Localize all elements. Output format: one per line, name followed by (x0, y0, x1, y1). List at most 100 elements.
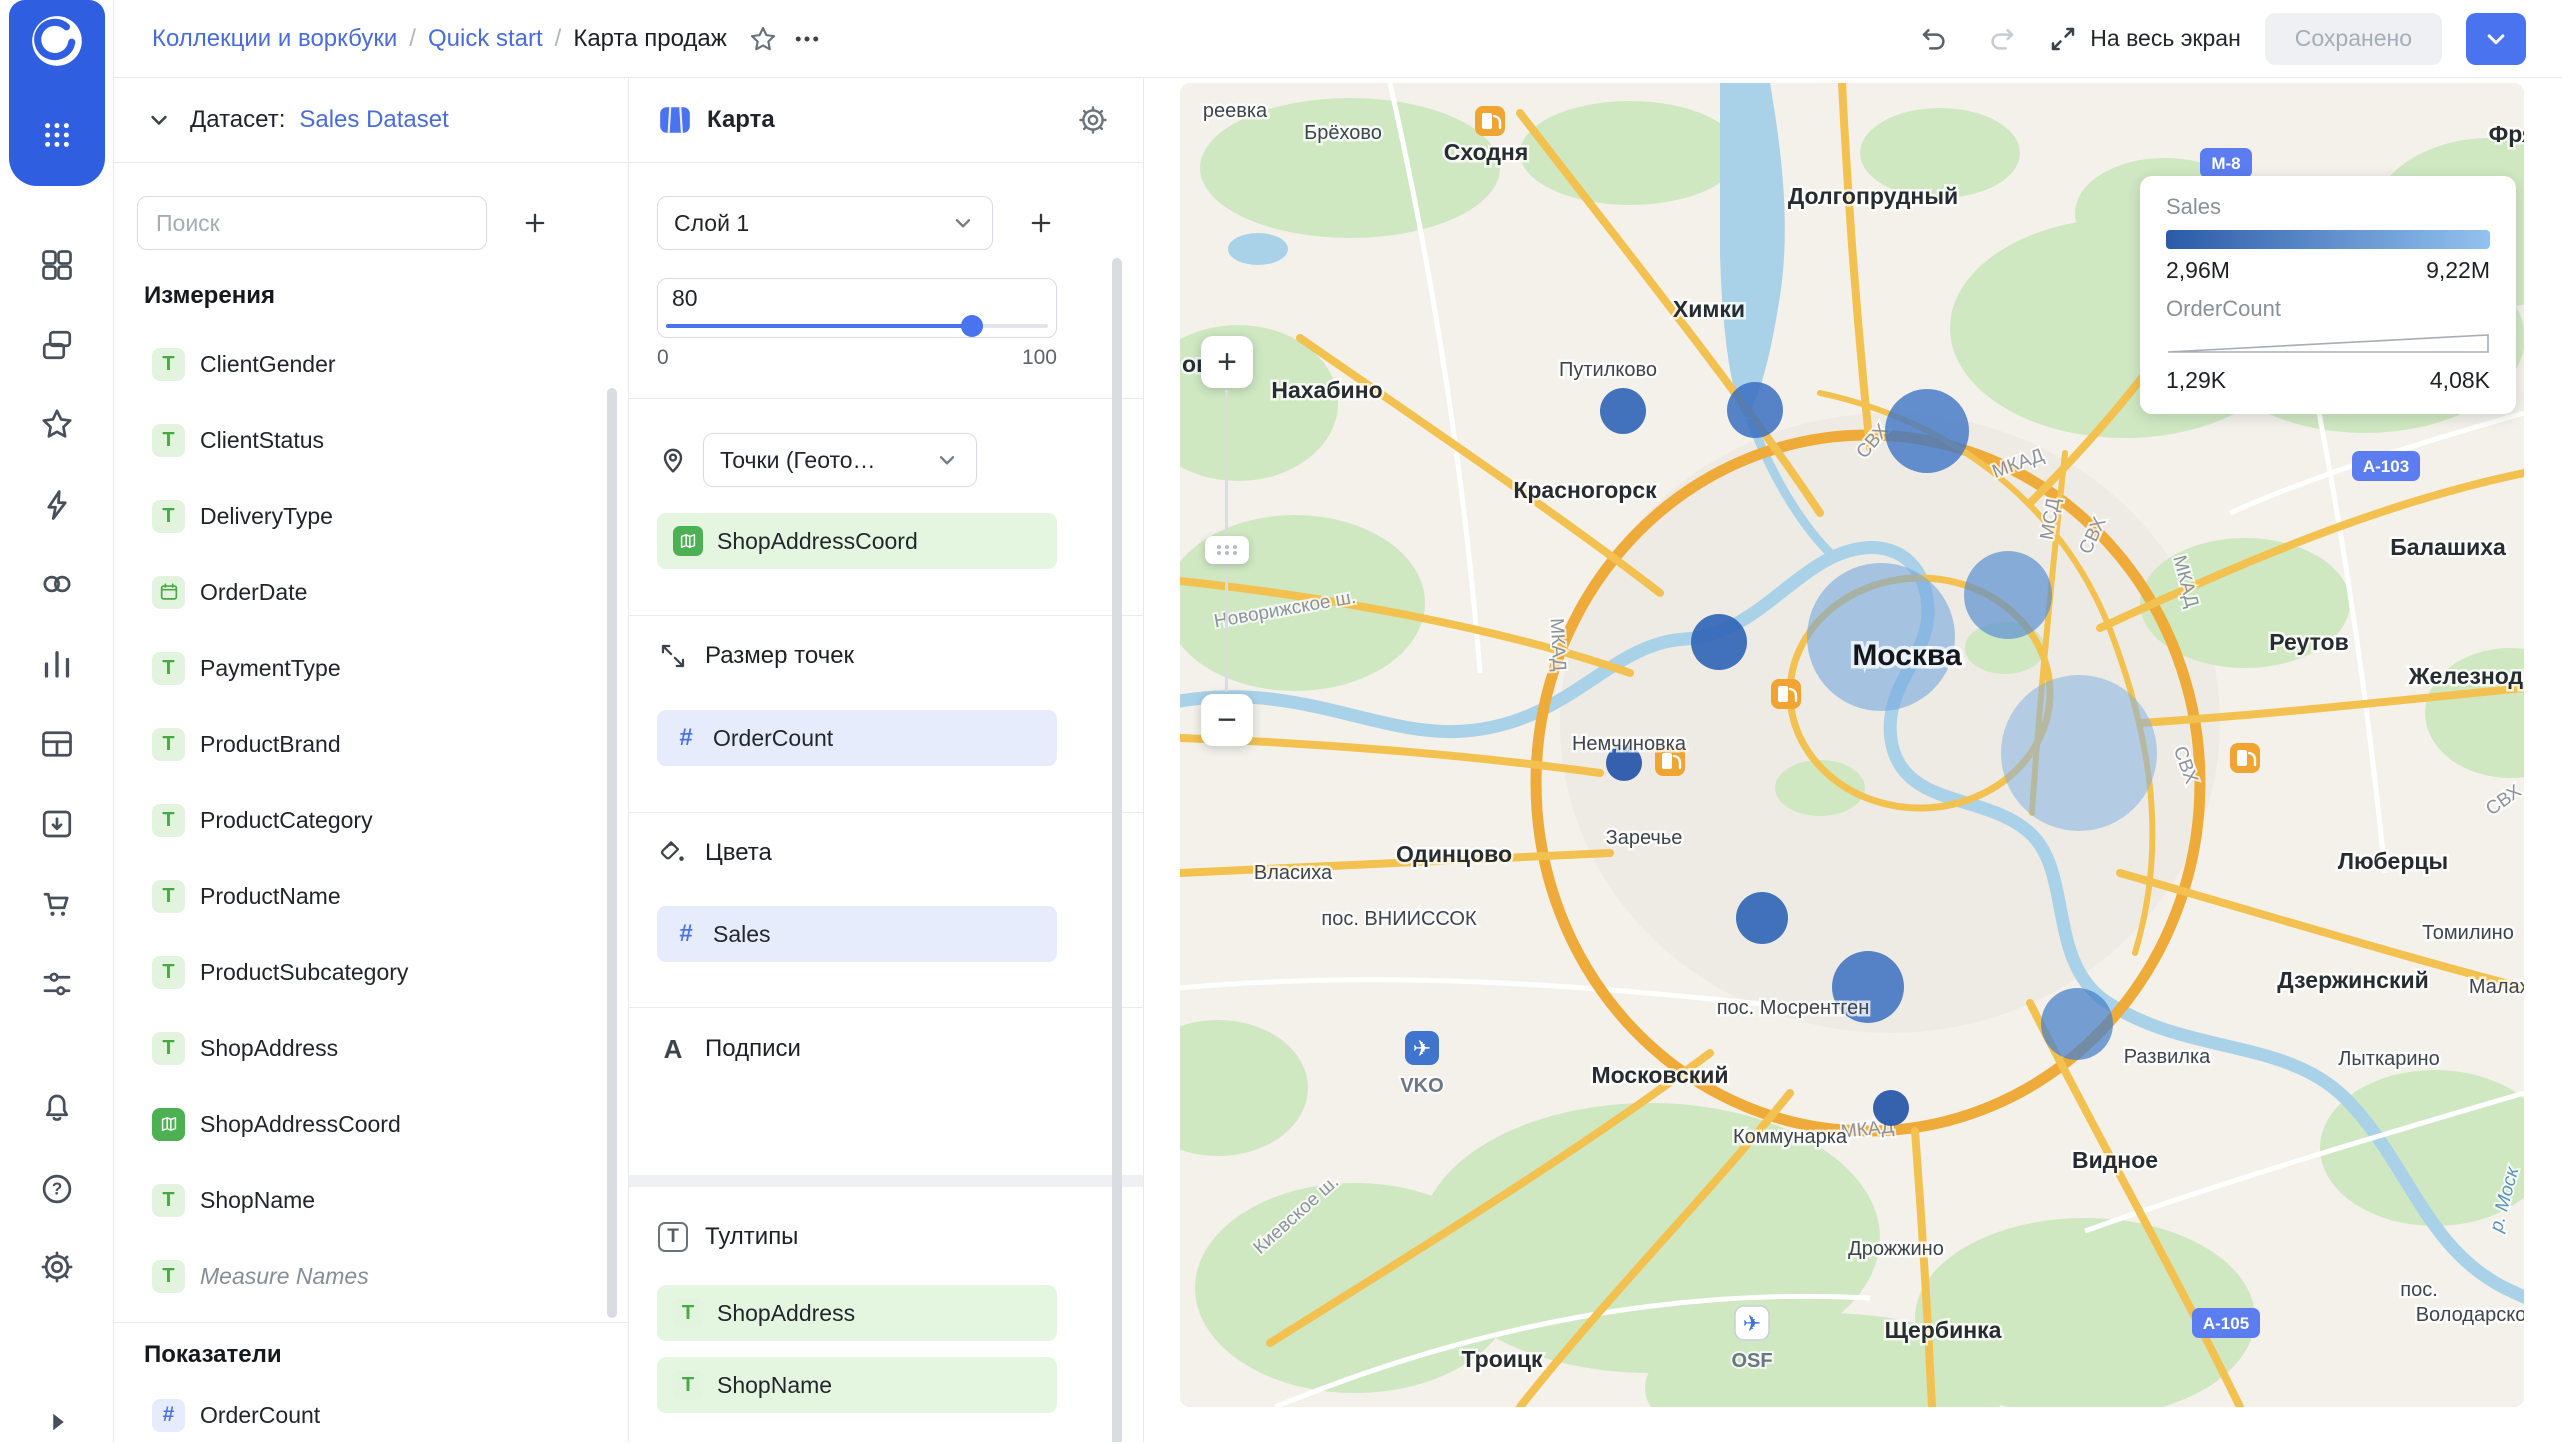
search-input[interactable] (137, 196, 487, 250)
geopoint-field-icon (673, 526, 703, 556)
field-item-paymenttype[interactable]: TPaymentType (114, 630, 628, 706)
field-item-shopname[interactable]: TShopName (114, 1162, 628, 1238)
nav-monitoring[interactable] (35, 562, 79, 606)
expand-rail-button[interactable] (35, 1400, 79, 1444)
svg-text:✈: ✈ (1743, 1312, 1761, 1337)
nav-datasets[interactable] (35, 722, 79, 766)
svg-text:А-103: А-103 (2363, 457, 2409, 476)
map-canvas[interactable]: МКАДМКАДМКАДМКАДСВХСВХСВХСВХМСДНоворижск… (1180, 83, 2524, 1407)
map-place-label: Троицк (1461, 1346, 1543, 1372)
favorite-star-button[interactable] (741, 17, 785, 61)
saved-button[interactable]: Сохранено (2265, 13, 2442, 65)
field-name: ClientStatus (200, 427, 324, 454)
slider-knob[interactable] (961, 315, 983, 337)
field-item-orderdate[interactable]: OrderDate (114, 554, 628, 630)
nav-connections[interactable] (35, 802, 79, 846)
fullscreen-label: На весь экран (2090, 25, 2241, 52)
point-size-section: Размер точек (657, 640, 1143, 672)
field-name: OrderCount (200, 1402, 320, 1429)
svg-text:А-105: А-105 (2203, 1314, 2249, 1333)
map-place-label: Долгопрудный (1788, 183, 1958, 209)
chart-settings-button[interactable] (1071, 98, 1115, 142)
svg-text:М-8: М-8 (2211, 154, 2240, 173)
field-item-shopaddresscoord[interactable]: ShopAddressCoord (114, 1086, 628, 1162)
dataset-collapse-chevron[interactable] (142, 98, 176, 142)
field-item-ordercount[interactable]: #OrderCount (114, 1377, 628, 1442)
geopoints-field-chip[interactable]: ShopAddressCoord (657, 513, 1057, 569)
map-bubble[interactable] (1885, 389, 1969, 473)
field-item-productsubcategory[interactable]: TProductSubcategory (114, 934, 628, 1010)
point-size-field-chip[interactable]: # OrderCount (657, 710, 1057, 766)
map-legend: Sales 2,96M 9,22M OrderCount 1,29K 4,08K (2140, 176, 2516, 414)
tooltip-field-chip[interactable]: T ShopAddress (657, 1285, 1057, 1341)
fullscreen-button[interactable]: На весь экран (2048, 24, 2241, 54)
map-place-label: пос. (2400, 1279, 2438, 1301)
divider (629, 398, 1143, 399)
slider-max-label: 100 (1022, 346, 1057, 370)
measures-title: Показатели (144, 1341, 628, 1369)
colors-field-chip[interactable]: # Sales (657, 906, 1057, 962)
field-name: Measure Names (200, 1263, 369, 1290)
zoom-out-button[interactable]: − (1201, 694, 1253, 746)
dataset-scrollbar[interactable] (607, 388, 617, 1318)
settings-button[interactable] (35, 1245, 79, 1289)
undo-button[interactable] (1912, 17, 1956, 61)
chart-panel-scrollbar[interactable] (1112, 258, 1122, 1442)
map-bubble[interactable] (1600, 388, 1646, 434)
opacity-slider[interactable]: 80 (657, 278, 1057, 338)
geo-type-select[interactable]: Точки (Геото… (703, 433, 977, 487)
section-separator (629, 1175, 1143, 1187)
field-item-deliverytype[interactable]: TDeliveryType (114, 478, 628, 554)
nav-dashboards[interactable] (35, 243, 79, 287)
tooltip-field-chip[interactable]: T ShopName (657, 1357, 1057, 1413)
map-bubble[interactable] (1964, 551, 2052, 639)
map-bubble[interactable] (1727, 382, 1783, 438)
datalens-logo[interactable] (31, 15, 83, 67)
tooltips-section: T Тултипы (657, 1221, 1143, 1253)
breadcrumb-collections-link[interactable]: Коллекции и воркбуки (152, 25, 397, 53)
field-name: PaymentType (200, 655, 341, 682)
map-bubble[interactable] (1873, 1090, 1909, 1126)
save-dropdown-button[interactable] (2466, 13, 2526, 65)
map-place-label: Коммунарка (1733, 1126, 1848, 1148)
notifications-button[interactable] (35, 1086, 79, 1130)
field-item-productbrand[interactable]: TProductBrand (114, 706, 628, 782)
field-name: ShopName (200, 1187, 315, 1214)
text-field-icon: T (152, 728, 185, 761)
nav-favorites[interactable] (35, 402, 79, 446)
map-bubble[interactable] (1807, 563, 1955, 711)
map-place-label: Томилино (2422, 922, 2514, 944)
breadcrumb-workbook-link[interactable]: Quick start (428, 25, 543, 53)
zoom-slider-handle[interactable] (1205, 536, 1249, 564)
field-item-measure-names[interactable]: TMeasure Names (114, 1238, 628, 1314)
nav-services[interactable] (35, 962, 79, 1006)
nav-charts[interactable] (35, 642, 79, 686)
map-place-label: пос. Мосрентген (1717, 997, 1870, 1019)
help-button[interactable]: ? (35, 1167, 79, 1211)
add-layer-button[interactable] (1019, 201, 1063, 245)
redo-button[interactable] (1980, 17, 2024, 61)
field-item-clientstatus[interactable]: TClientStatus (114, 402, 628, 478)
apps-grid-button[interactable] (40, 118, 74, 152)
map-bubble[interactable] (2001, 675, 2157, 831)
zoom-in-button[interactable]: + (1201, 336, 1253, 388)
layer-select[interactable]: Слой 1 (657, 196, 993, 250)
text-field-icon: T (152, 1032, 185, 1065)
dataset-name-link[interactable]: Sales Dataset (299, 106, 448, 134)
field-item-clientgender[interactable]: TClientGender (114, 326, 628, 402)
slider-track[interactable] (666, 324, 1048, 328)
more-menu-button[interactable] (785, 17, 829, 61)
field-item-productname[interactable]: TProductName (114, 858, 628, 934)
nav-editor[interactable] (35, 483, 79, 527)
field-item-shopaddress[interactable]: TShopAddress (114, 1010, 628, 1086)
nav-collections[interactable] (35, 323, 79, 367)
map-bubble[interactable] (1736, 892, 1788, 944)
add-field-button[interactable] (513, 201, 557, 245)
map-place-label: Малахов (2469, 976, 2524, 998)
field-item-productcategory[interactable]: TProductCategory (114, 782, 628, 858)
fuel-station-icon (1475, 106, 1505, 136)
svg-text:VKO: VKO (1400, 1075, 1443, 1097)
map-bubble[interactable] (2041, 988, 2113, 1060)
map-bubble[interactable] (1691, 614, 1747, 670)
nav-marketplace[interactable] (35, 882, 79, 926)
